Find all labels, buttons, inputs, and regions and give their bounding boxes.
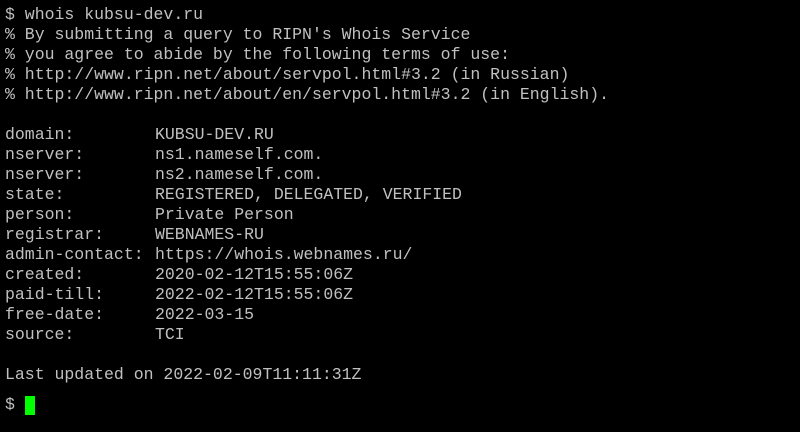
comment-line: % http://www.ripn.net/about/servpol.html… [5, 65, 570, 84]
field-key: nserver: [5, 165, 85, 184]
field-key: state: [5, 185, 65, 204]
field-value: REGISTERED, DELEGATED, VERIFIED [155, 185, 462, 204]
field-value: 2022-03-15 [155, 305, 255, 324]
comment-line: % http://www.ripn.net/about/en/servpol.h… [5, 85, 609, 104]
whois-field-free-date: free-date: 2022-03-15 [5, 305, 800, 325]
whois-field-created: created: 2020-02-12T15:55:06Z [5, 265, 800, 285]
field-key: nserver: [5, 145, 85, 164]
whois-field-domain: domain: KUBSU-DEV.RU [5, 125, 800, 145]
field-key: person: [5, 205, 75, 224]
field-value: https://whois.webnames.ru/ [155, 245, 413, 264]
last-updated-line: Last updated on 2022-02-09T11:11:31Z [5, 365, 362, 384]
field-value: Private Person [155, 205, 294, 224]
field-value: ns1.nameself.com. [155, 145, 324, 164]
field-value: WEBNAMES-RU [155, 225, 264, 244]
text-cursor [24, 395, 35, 415]
field-value: 2020-02-12T15:55:06Z [155, 265, 354, 284]
whois-field-person: person: Private Person [5, 205, 800, 225]
field-value: 2022-02-12T15:55:06Z [155, 285, 354, 304]
field-key: registrar: [5, 225, 105, 244]
terminal-window[interactable]: $ whois kubsu-dev.ru % By submitting a q… [0, 0, 800, 432]
field-key: admin-contact: [5, 245, 144, 264]
field-key: paid-till: [5, 285, 105, 304]
whois-field-nserver: nserver: ns2.nameself.com. [5, 165, 800, 185]
input-prompt-line[interactable]: $ [5, 395, 800, 415]
comment-line: % you agree to abide by the following te… [5, 45, 510, 64]
prompt-symbol: $ [5, 395, 15, 414]
field-key: created: [5, 265, 85, 284]
whois-field-admin-contact: admin-contact: https://whois.webnames.ru/ [5, 245, 800, 265]
field-key: source: [5, 325, 75, 344]
field-key: free-date: [5, 305, 105, 324]
field-value: ns2.nameself.com. [155, 165, 324, 184]
field-value: KUBSU-DEV.RU [155, 125, 274, 144]
whois-field-nserver: nserver: ns1.nameself.com. [5, 145, 800, 165]
whois-field-paid-till: paid-till: 2022-02-12T15:55:06Z [5, 285, 800, 305]
command-line: $ whois kubsu-dev.ru [5, 5, 204, 24]
whois-field-registrar: registrar: WEBNAMES-RU [5, 225, 800, 245]
field-key: domain: [5, 125, 75, 144]
field-value: TCI [155, 325, 185, 344]
whois-field-state: state: REGISTERED, DELEGATED, VERIFIED [5, 185, 800, 205]
comment-line: % By submitting a query to RIPN's Whois … [5, 25, 471, 44]
whois-field-source: source: TCI [5, 325, 800, 345]
